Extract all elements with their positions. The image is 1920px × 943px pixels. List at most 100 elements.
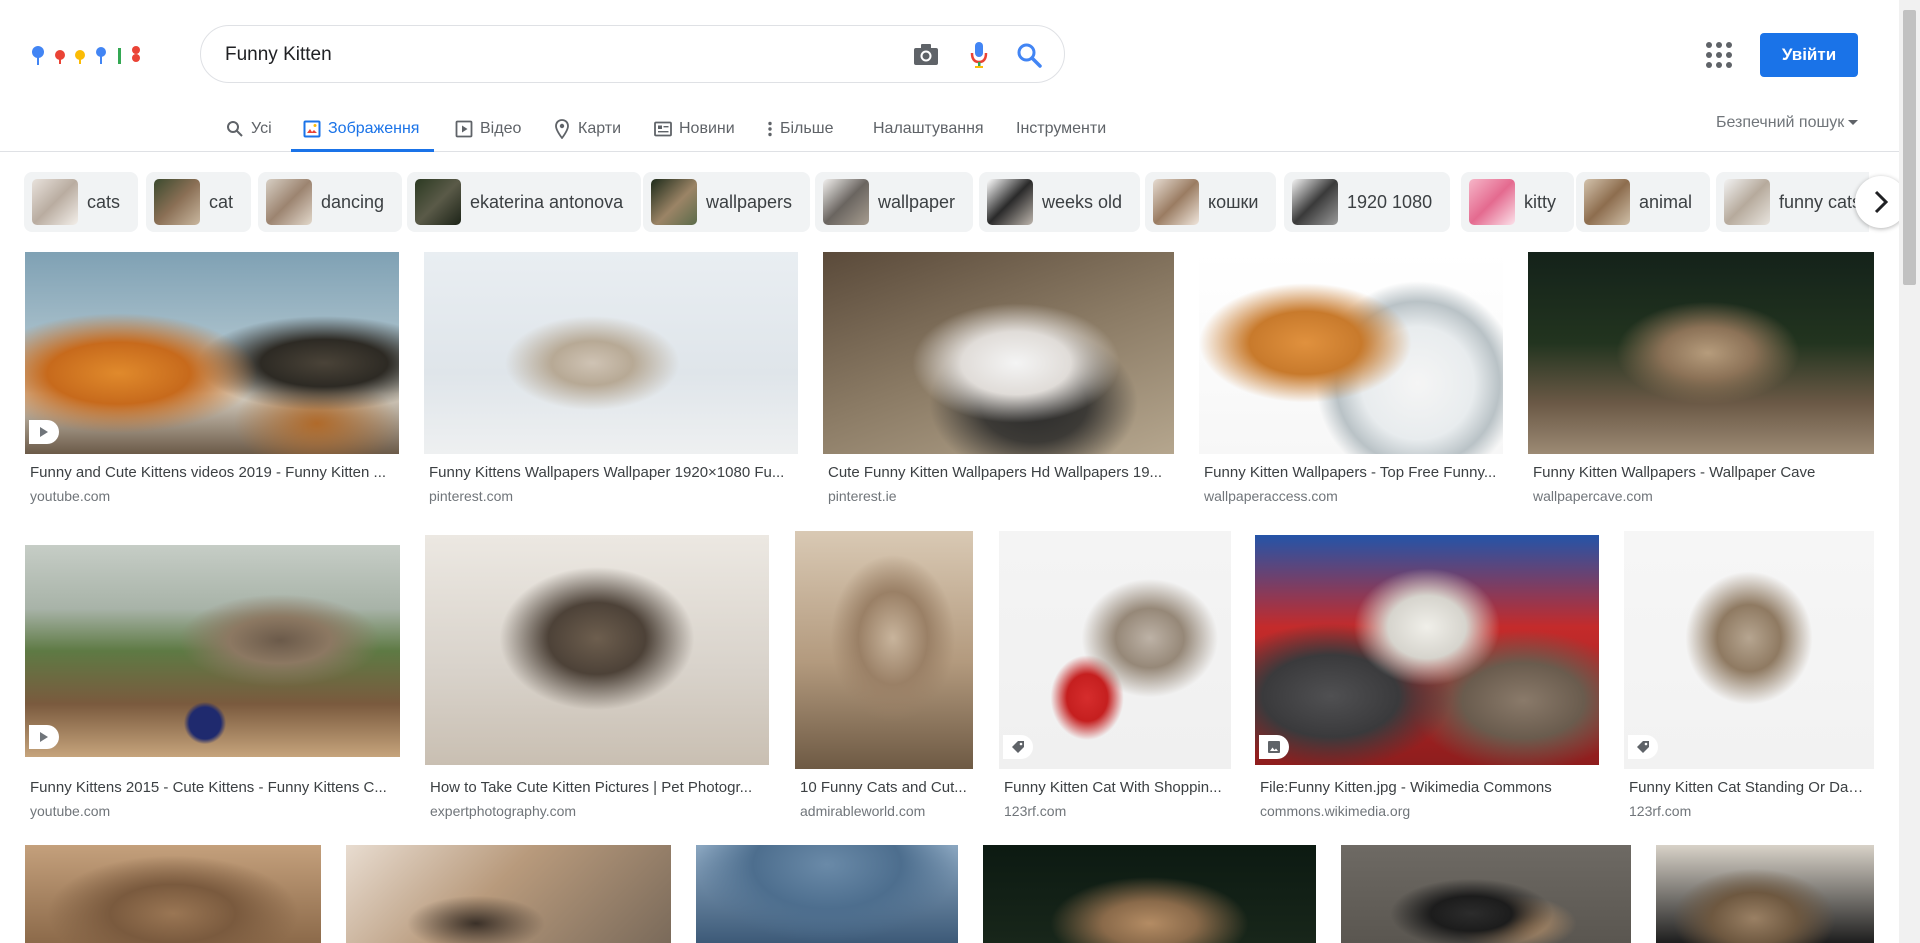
result-thumbnail (1656, 845, 1874, 943)
tab-label: Усі (251, 120, 272, 137)
tab-images[interactable]: Зображення (290, 106, 436, 152)
search-icon[interactable] (1014, 40, 1044, 70)
chip[interactable]: animal (1576, 172, 1711, 232)
chip-label: funny cats (1779, 191, 1862, 212)
result-title: How to Take Cute Kitten Pictures | Pet P… (430, 779, 753, 796)
chip[interactable]: weeks old (979, 172, 1141, 232)
chip-thumbnail (1724, 179, 1770, 225)
chip[interactable]: cats (24, 172, 139, 232)
result-site: 123rf.com (1629, 803, 1692, 819)
image-result[interactable] (1656, 845, 1874, 943)
result-title: File:Funny Kitten.jpg - Wikimedia Common… (1260, 779, 1552, 796)
result-title: Funny Kitten Wallpapers - Top Free Funny… (1204, 464, 1497, 481)
tab-label: Налаштування (873, 120, 984, 137)
google-logo[interactable] (30, 40, 150, 70)
result-title: Funny Kitten Cat Standing Or Dan... (1629, 779, 1869, 796)
result-thumbnail (1528, 252, 1874, 454)
chip[interactable]: кошки (1145, 172, 1277, 232)
result-site: pinterest.com (429, 488, 514, 504)
chip-thumbnail (1584, 179, 1630, 225)
search-box (200, 25, 1065, 83)
tab-label: Інструменти (1016, 120, 1107, 137)
image-result[interactable]: File:Funny Kitten.jpg - Wikimedia Common… (1255, 531, 1599, 831)
chip[interactable]: dancing (258, 172, 403, 232)
more-vert-icon (766, 120, 774, 138)
chip[interactable]: cat (146, 172, 252, 232)
chip-label: dancing (321, 191, 385, 212)
chip-label: cat (209, 191, 234, 212)
image-result[interactable]: Funny Kitten Wallpapers - Wallpaper Cave… (1528, 252, 1874, 512)
image-result[interactable] (346, 845, 671, 943)
tab-video[interactable]: Відео (455, 106, 521, 152)
scrollbar-thumb[interactable] (1903, 10, 1916, 285)
image-result[interactable]: Funny Kitten Wallpapers - Top Free Funny… (1199, 252, 1503, 512)
result-thumbnail (424, 252, 798, 454)
image-result[interactable]: Cute Funny Kitten Wallpapers Hd Wallpape… (823, 252, 1174, 512)
tab-all[interactable]: Усі (226, 106, 272, 152)
chip[interactable]: ekaterina antonova (407, 172, 642, 232)
mic-icon[interactable] (964, 40, 994, 70)
chip-label: 1920 1080 (1347, 191, 1433, 212)
chip-label: cats (87, 191, 121, 212)
image-result[interactable]: Funny Kittens 2015 - Cute Kittens - Funn… (25, 531, 400, 831)
chip[interactable]: 1920 1080 (1284, 172, 1451, 232)
image-result[interactable] (983, 845, 1316, 943)
result-site: expertphotography.com (430, 803, 577, 819)
result-title: Funny Kittens Wallpapers Wallpaper 1920×… (429, 464, 785, 481)
image-result[interactable]: Funny and Cute Kittens videos 2019 - Fun… (25, 252, 399, 512)
tab-tools[interactable]: Інструменти (1016, 106, 1106, 152)
result-site: admirableworld.com (800, 803, 926, 819)
image-icon (1259, 735, 1289, 759)
chip-thumbnail (1469, 179, 1515, 225)
chip-thumbnail (266, 179, 312, 225)
result-site: 123rf.com (1004, 803, 1067, 819)
chip[interactable]: wallpapers (643, 172, 811, 232)
image-result[interactable] (696, 845, 958, 943)
result-thumbnail (696, 845, 958, 943)
image-result[interactable]: Funny Kitten Cat With Shoppin... 123rf.c… (999, 531, 1231, 831)
camera-icon[interactable] (911, 40, 941, 70)
search-tabs: Усі Зображення Відео Карти Новини Більше (0, 106, 1899, 152)
google-images-page: Увійти Усі Зображення Відео Карти Новини (0, 0, 1920, 943)
image-icon (303, 120, 321, 138)
apps-grid-icon[interactable] (1704, 40, 1734, 70)
result-thumbnail (1624, 531, 1874, 769)
tab-more[interactable]: Більше (766, 106, 833, 152)
image-result[interactable] (1341, 845, 1631, 943)
result-thumbnail (999, 531, 1231, 769)
chip[interactable]: kitty (1461, 172, 1575, 232)
result-thumbnail (1341, 845, 1631, 943)
tab-label: Більше (780, 120, 834, 137)
result-thumbnail (25, 252, 399, 454)
image-result[interactable]: 10 Funny Cats and Cut... admirableworld.… (795, 531, 973, 831)
tab-news[interactable]: Новини (654, 106, 735, 152)
image-result[interactable]: Funny Kittens Wallpapers Wallpaper 1920×… (424, 252, 798, 512)
video-icon (455, 120, 473, 138)
image-result[interactable]: Funny Kitten Cat Standing Or Dan... 123r… (1624, 531, 1874, 831)
chip-thumbnail (1153, 179, 1199, 225)
safe-search-dropdown[interactable]: Безпечний пошук (1716, 114, 1859, 132)
result-site: wallpapercave.com (1533, 488, 1653, 504)
image-result[interactable]: How to Take Cute Kitten Pictures | Pet P… (425, 531, 769, 831)
image-result[interactable] (25, 845, 321, 943)
tab-settings[interactable]: Налаштування (873, 106, 984, 152)
result-site: wallpaperaccess.com (1204, 488, 1338, 504)
result-thumbnail (1255, 535, 1599, 765)
chip-thumbnail (823, 179, 869, 225)
tab-maps[interactable]: Карти (553, 106, 621, 152)
result-title: Funny and Cute Kittens videos 2019 - Fun… (30, 464, 387, 481)
tab-label: Карти (578, 120, 622, 137)
result-thumbnail (795, 531, 973, 769)
result-site: youtube.com (30, 803, 111, 819)
chip-thumbnail (987, 179, 1033, 225)
chip[interactable]: wallpaper (815, 172, 974, 232)
signin-button[interactable]: Увійти (1760, 33, 1858, 77)
search-input[interactable] (225, 40, 875, 70)
chip-label: кошки (1208, 191, 1259, 212)
chip-label: ekaterina antonova (470, 191, 624, 212)
chip[interactable]: funny cats (1716, 172, 1869, 232)
chip-label: wallpaper (878, 191, 956, 212)
safe-search-label: Безпечний пошук (1716, 114, 1845, 131)
chip-label: wallpapers (706, 191, 793, 212)
result-title: Funny Kitten Wallpapers - Wallpaper Cave (1533, 464, 1816, 481)
